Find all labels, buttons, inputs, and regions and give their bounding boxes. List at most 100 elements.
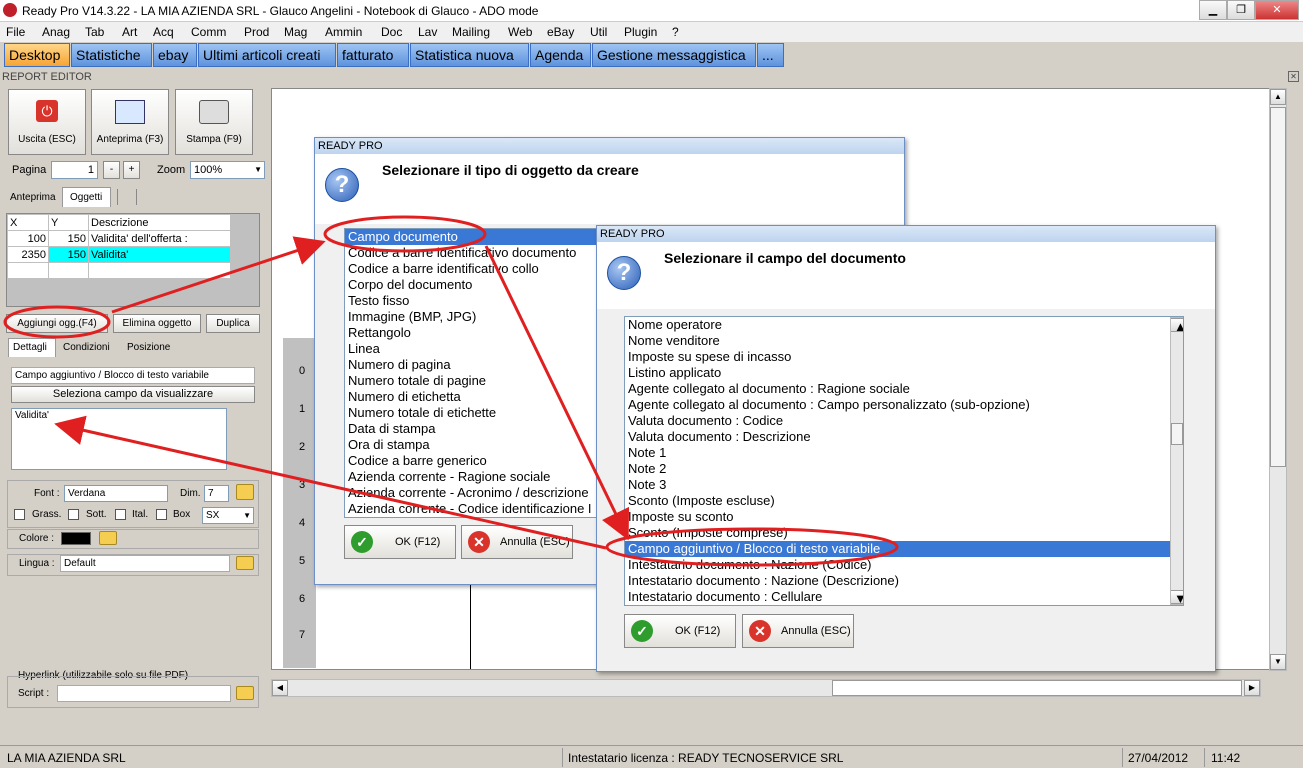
page-prev-button[interactable]: - <box>103 161 120 179</box>
list-item[interactable]: Linea <box>345 341 613 357</box>
list-item[interactable]: Intestatario documento : Nazione (Descri… <box>625 573 1183 589</box>
close-button[interactable]: ✕ <box>1255 0 1299 20</box>
menu-mailing[interactable]: Mailing <box>452 25 490 39</box>
list-item[interactable]: Intestatario documento : Cellulare <box>625 589 1183 605</box>
object-text-area[interactable]: Validita' <box>11 408 227 470</box>
menu-lav[interactable]: Lav <box>418 25 437 39</box>
menu-ebay[interactable]: eBay <box>547 25 574 39</box>
menu-help[interactable]: ? <box>672 25 679 39</box>
folder-icon[interactable] <box>236 686 254 700</box>
scroll-down-icon[interactable]: ▼ <box>1171 590 1183 604</box>
language-input[interactable]: Default <box>60 555 230 572</box>
scroll-down-icon[interactable]: ▼ <box>1270 654 1286 670</box>
ok-button[interactable]: ✓ OK (F12) <box>624 614 736 648</box>
tab-fatturato[interactable]: fatturato <box>337 43 409 67</box>
list-item[interactable]: Note 2 <box>625 461 1183 477</box>
list-item[interactable]: Ora di stampa <box>345 437 613 453</box>
menu-file[interactable]: File <box>6 25 25 39</box>
menu-comm[interactable]: Comm <box>191 25 226 39</box>
ok-button[interactable]: ✓ OK (F12) <box>344 525 456 559</box>
list-item[interactable]: Numero totale di etichette <box>345 405 613 421</box>
list-item[interactable]: Numero di pagina <box>345 357 613 373</box>
list-item[interactable]: Campo aggiuntivo / Blocco di testo varia… <box>625 541 1183 557</box>
list-item[interactable]: Azienda corrente - Acronimo / descrizion… <box>345 485 613 501</box>
list-item[interactable]: Nome operatore <box>625 317 1183 333</box>
list-item[interactable]: Data di stampa <box>345 421 613 437</box>
tab-statistiche[interactable]: Statistiche <box>71 43 152 67</box>
scroll-up-icon[interactable]: ▲ <box>1270 89 1286 105</box>
menu-ammin[interactable]: Ammin <box>325 25 362 39</box>
list-item[interactable]: Agente collegato al documento : Campo pe… <box>625 397 1183 413</box>
menu-acq[interactable]: Acq <box>153 25 174 39</box>
list-item[interactable]: Codice a barre identificativo documento <box>345 245 613 261</box>
page-next-button[interactable]: + <box>123 161 140 179</box>
tab-dettagli[interactable]: Dettagli <box>13 342 47 353</box>
list-item[interactable]: Valuta documento : Descrizione <box>625 429 1183 445</box>
tab-statistica-nuova[interactable]: Statistica nuova <box>410 43 529 67</box>
scroll-left-icon[interactable]: ◀ <box>272 680 288 696</box>
font-input[interactable]: Verdana <box>64 485 168 502</box>
folder-icon[interactable] <box>236 484 254 500</box>
select-field-button[interactable]: Seleziona campo da visualizzare <box>11 386 255 403</box>
add-object-button[interactable]: Aggiungi ogg.(F4) <box>6 314 108 333</box>
list-item[interactable]: Rettangolo <box>345 325 613 341</box>
list-item[interactable]: Intestatario documento : Nazione (Codice… <box>625 557 1183 573</box>
print-button[interactable]: Stampa (F9) <box>175 89 253 155</box>
tab-desktop[interactable]: Desktop <box>4 43 70 67</box>
list-item[interactable]: Note 3 <box>625 477 1183 493</box>
folder-icon[interactable] <box>99 531 117 545</box>
underline-checkbox[interactable] <box>68 509 79 520</box>
color-swatch[interactable] <box>61 532 91 545</box>
list-scrollbar[interactable]: ▲ ▼ <box>1170 317 1183 605</box>
list-item[interactable]: Nome venditore <box>625 333 1183 349</box>
list-item[interactable]: Corpo del documento <box>345 277 613 293</box>
bold-checkbox[interactable] <box>14 509 25 520</box>
menu-mag[interactable]: Mag <box>284 25 307 39</box>
list-item[interactable]: Numero totale di pagine <box>345 373 613 389</box>
tab-agenda[interactable]: Agenda <box>530 43 591 67</box>
menu-doc[interactable]: Doc <box>381 25 402 39</box>
document-field-list[interactable]: Nome operatore Nome venditore Imposte su… <box>624 316 1184 606</box>
tab-posizione[interactable]: Posizione <box>127 342 170 353</box>
tab-condizioni[interactable]: Condizioni <box>63 342 110 353</box>
cancel-button[interactable]: ✕ Annulla (ESC) <box>742 614 854 648</box>
object-type-list[interactable]: Campo documento Codice a barre identific… <box>344 228 614 518</box>
list-item[interactable]: Numero di etichetta <box>345 389 613 405</box>
list-item[interactable]: Codice a barre identificativo collo <box>345 261 613 277</box>
list-item[interactable]: Imposte su sconto <box>625 509 1183 525</box>
scroll-thumb[interactable] <box>1171 423 1183 445</box>
box-checkbox[interactable] <box>156 509 167 520</box>
zoom-select[interactable]: 100% ▼ <box>190 161 265 179</box>
folder-icon[interactable] <box>236 556 254 570</box>
list-item[interactable]: Azienda corrente - Codice identificazion… <box>345 501 613 517</box>
list-item[interactable]: Sconto (Imposte comprese) <box>625 525 1183 541</box>
vertical-scrollbar[interactable]: ▲ ▼ <box>1269 88 1287 671</box>
tab-oggetti[interactable]: Oggetti <box>70 192 102 203</box>
list-item[interactable]: Agente collegato al documento : Ragione … <box>625 381 1183 397</box>
menu-tab[interactable]: Tab <box>85 25 104 39</box>
tab-gestione-messaggistica[interactable]: Gestione messaggistica <box>592 43 756 67</box>
scroll-thumb[interactable] <box>832 680 1242 696</box>
list-item[interactable]: Campo documento <box>345 229 613 245</box>
duplicate-object-button[interactable]: Duplica <box>206 314 260 333</box>
scroll-right-icon[interactable]: ▶ <box>1244 680 1260 696</box>
list-item[interactable]: Immagine (BMP, JPG) <box>345 309 613 325</box>
menu-plugin[interactable]: Plugin <box>624 25 657 39</box>
scroll-up-icon[interactable]: ▲ <box>1171 318 1183 332</box>
minimize-button[interactable]: ▁ <box>1199 0 1227 20</box>
delete-object-button[interactable]: Elimina oggetto <box>113 314 201 333</box>
exit-button[interactable]: ⏻ Uscita (ESC) <box>8 89 86 155</box>
list-item[interactable]: Imposte su spese di incasso <box>625 349 1183 365</box>
tab-anteprima[interactable]: Anteprima <box>10 192 56 203</box>
list-item[interactable]: Sconto (Imposte escluse) <box>625 493 1183 509</box>
menu-util[interactable]: Util <box>590 25 607 39</box>
menu-prod[interactable]: Prod <box>244 25 269 39</box>
list-item[interactable]: Note 1 <box>625 445 1183 461</box>
list-item[interactable]: Valuta documento : Codice <box>625 413 1183 429</box>
font-size-input[interactable]: 7 <box>204 485 229 502</box>
scroll-thumb[interactable] <box>1270 107 1286 467</box>
preview-button[interactable]: Anteprima (F3) <box>91 89 169 155</box>
section-close-icon[interactable]: ✕ <box>1288 71 1299 82</box>
italic-checkbox[interactable] <box>115 509 126 520</box>
tab-more[interactable]: ... <box>757 43 784 67</box>
